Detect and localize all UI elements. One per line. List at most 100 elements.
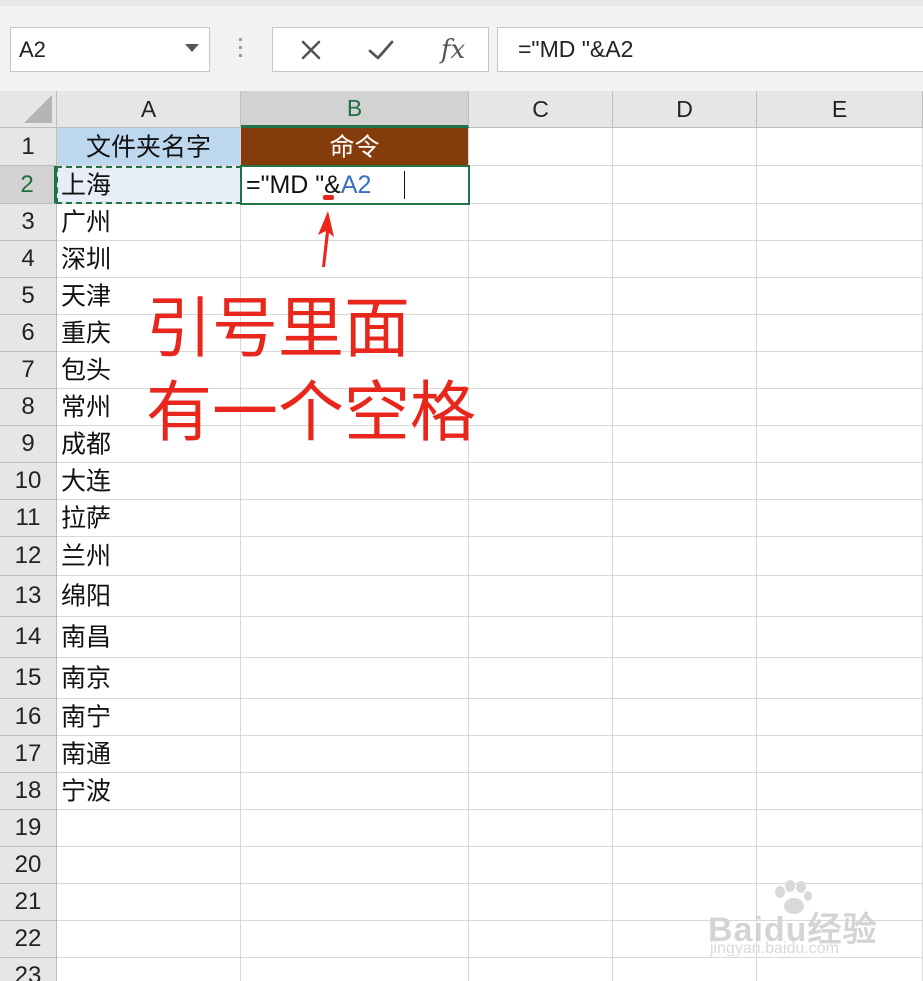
cell-e8[interactable]: [757, 389, 923, 426]
cell-e18[interactable]: [757, 773, 923, 810]
cell-c11[interactable]: [469, 500, 613, 537]
cell-d13[interactable]: [613, 576, 757, 617]
cell-d4[interactable]: [613, 241, 757, 278]
column-header-b[interactable]: B: [241, 91, 469, 128]
cell-e3[interactable]: [757, 204, 923, 241]
cell-a19[interactable]: [57, 810, 241, 847]
cell-c7[interactable]: [469, 352, 613, 389]
row-header-5[interactable]: 5: [0, 278, 57, 315]
cell-d15[interactable]: [613, 658, 757, 699]
cell-b15[interactable]: [241, 658, 469, 699]
cell-e1[interactable]: [757, 128, 923, 166]
cell-b17[interactable]: [241, 736, 469, 773]
cell-c19[interactable]: [469, 810, 613, 847]
cell-d20[interactable]: [613, 847, 757, 884]
cell-e7[interactable]: [757, 352, 923, 389]
cell-d16[interactable]: [613, 699, 757, 736]
row-header-9[interactable]: 9: [0, 426, 57, 463]
row-header-3[interactable]: 3: [0, 204, 57, 241]
formula-input[interactable]: ="MD "&A2: [497, 27, 923, 72]
cell-b10[interactable]: [241, 463, 469, 500]
cell-b12[interactable]: [241, 537, 469, 576]
cell-a13[interactable]: 绵阳: [57, 576, 241, 617]
cell-d8[interactable]: [613, 389, 757, 426]
cell-a1[interactable]: 文件夹名字: [57, 128, 241, 166]
cell-e12[interactable]: [757, 537, 923, 576]
cell-b14[interactable]: [241, 617, 469, 658]
cell-b13[interactable]: [241, 576, 469, 617]
cell-e19[interactable]: [757, 810, 923, 847]
cell-e16[interactable]: [757, 699, 923, 736]
cell-c1[interactable]: [469, 128, 613, 166]
cell-c14[interactable]: [469, 617, 613, 658]
cell-d1[interactable]: [613, 128, 757, 166]
cell-b19[interactable]: [241, 810, 469, 847]
cell-a4[interactable]: 深圳: [57, 241, 241, 278]
row-header-11[interactable]: 11: [0, 500, 57, 537]
cell-e11[interactable]: [757, 500, 923, 537]
cell-a21[interactable]: [57, 884, 241, 921]
cell-a15[interactable]: 南京: [57, 658, 241, 699]
cell-a14[interactable]: 南昌: [57, 617, 241, 658]
row-header-20[interactable]: 20: [0, 847, 57, 884]
cell-d6[interactable]: [613, 315, 757, 352]
insert-function-button[interactable]: fx: [423, 28, 483, 71]
cell-c13[interactable]: [469, 576, 613, 617]
cell-c15[interactable]: [469, 658, 613, 699]
cell-c9[interactable]: [469, 426, 613, 463]
cell-d10[interactable]: [613, 463, 757, 500]
cell-a16[interactable]: 南宁: [57, 699, 241, 736]
cell-a17[interactable]: 南通: [57, 736, 241, 773]
cell-d5[interactable]: [613, 278, 757, 315]
row-header-23[interactable]: 23: [0, 958, 57, 981]
cell-d19[interactable]: [613, 810, 757, 847]
cell-c10[interactable]: [469, 463, 613, 500]
cell-b20[interactable]: [241, 847, 469, 884]
cell-e5[interactable]: [757, 278, 923, 315]
cell-a22[interactable]: [57, 921, 241, 958]
cell-a12[interactable]: 兰州: [57, 537, 241, 576]
cell-d3[interactable]: [613, 204, 757, 241]
cell-e20[interactable]: [757, 847, 923, 884]
select-all-button[interactable]: [0, 91, 57, 128]
row-header-7[interactable]: 7: [0, 352, 57, 389]
cell-b23[interactable]: [241, 958, 469, 981]
cell-e2[interactable]: [757, 166, 923, 204]
cell-e4[interactable]: [757, 241, 923, 278]
cell-a18[interactable]: 宁波: [57, 773, 241, 810]
row-header-21[interactable]: 21: [0, 884, 57, 921]
row-header-4[interactable]: 4: [0, 241, 57, 278]
cell-e13[interactable]: [757, 576, 923, 617]
cell-c2[interactable]: [469, 166, 613, 204]
cell-b3[interactable]: [241, 204, 469, 241]
cell-e6[interactable]: [757, 315, 923, 352]
cell-b18[interactable]: [241, 773, 469, 810]
cell-d9[interactable]: [613, 426, 757, 463]
row-header-8[interactable]: 8: [0, 389, 57, 426]
cell-e14[interactable]: [757, 617, 923, 658]
cell-b16[interactable]: [241, 699, 469, 736]
cell-e10[interactable]: [757, 463, 923, 500]
cell-a23[interactable]: [57, 958, 241, 981]
cell-c16[interactable]: [469, 699, 613, 736]
cell-a20[interactable]: [57, 847, 241, 884]
cell-a2[interactable]: 上海: [57, 166, 241, 204]
cell-c6[interactable]: [469, 315, 613, 352]
row-header-22[interactable]: 22: [0, 921, 57, 958]
row-header-12[interactable]: 12: [0, 537, 57, 576]
cell-d18[interactable]: [613, 773, 757, 810]
cell-e15[interactable]: [757, 658, 923, 699]
cell-c4[interactable]: [469, 241, 613, 278]
row-header-10[interactable]: 10: [0, 463, 57, 500]
column-header-a[interactable]: A: [57, 91, 241, 128]
row-header-17[interactable]: 17: [0, 736, 57, 773]
cell-c23[interactable]: [469, 958, 613, 981]
column-header-d[interactable]: D: [613, 91, 757, 128]
chevron-down-icon[interactable]: [185, 44, 199, 52]
cell-c12[interactable]: [469, 537, 613, 576]
cell-b4[interactable]: [241, 241, 469, 278]
cell-a10[interactable]: 大连: [57, 463, 241, 500]
cell-c18[interactable]: [469, 773, 613, 810]
cell-b22[interactable]: [241, 921, 469, 958]
cell-d14[interactable]: [613, 617, 757, 658]
